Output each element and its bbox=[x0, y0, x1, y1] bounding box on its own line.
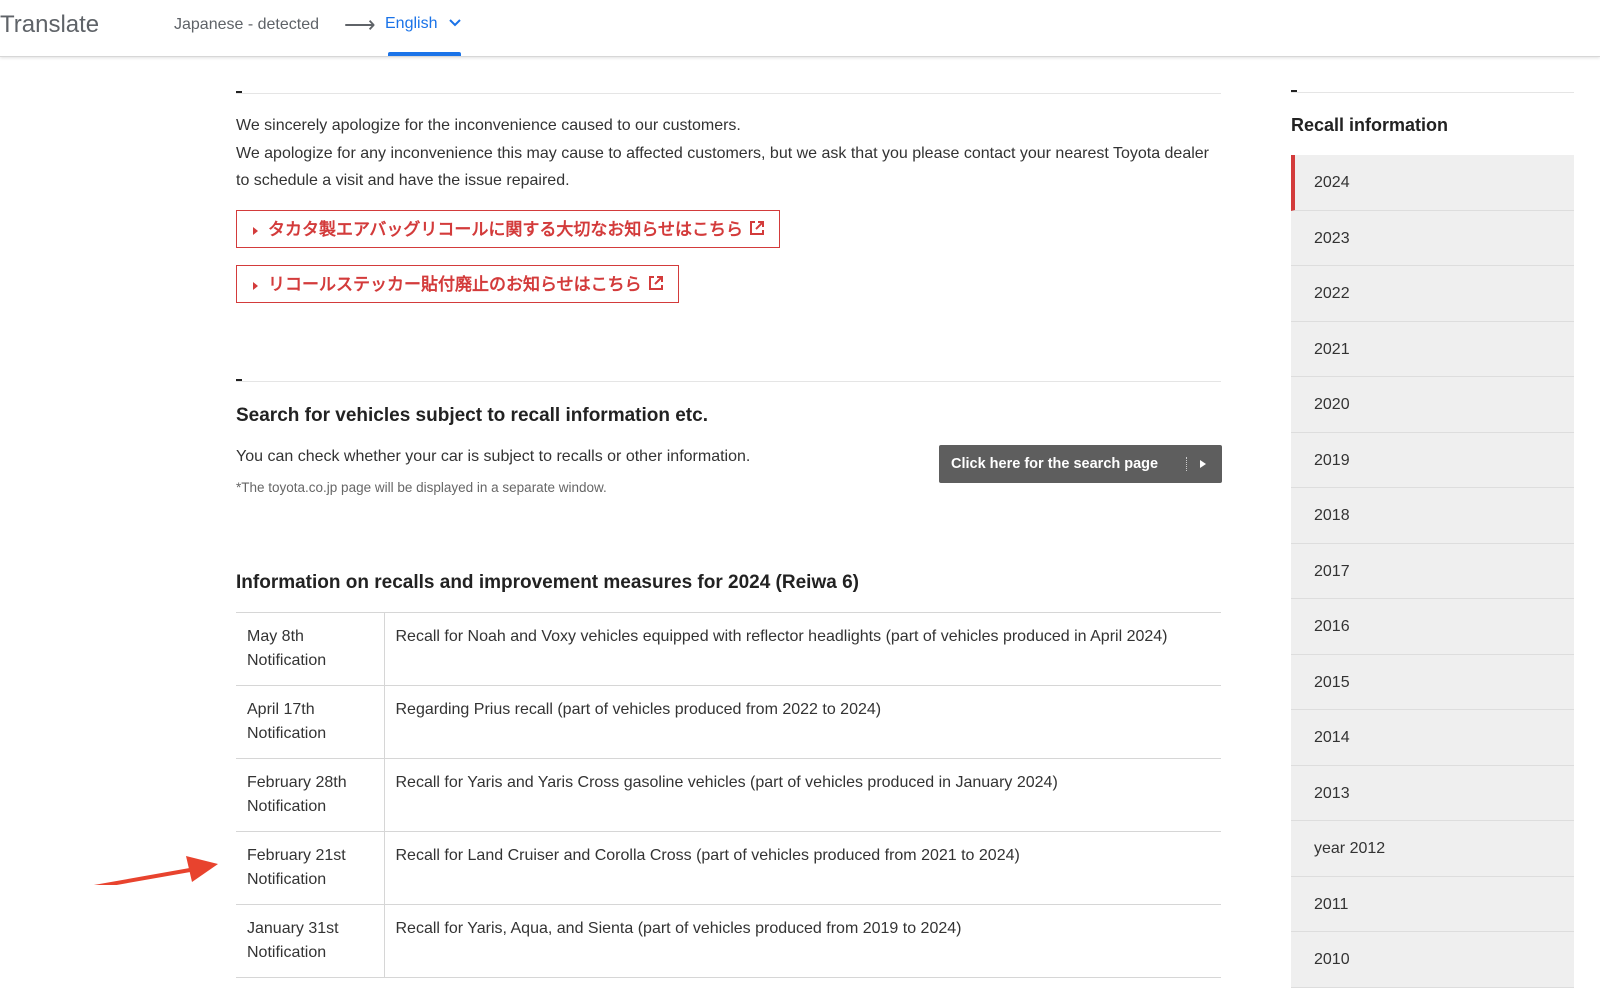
table-row: January 31st Notification Recall for Yari… bbox=[236, 904, 1221, 978]
sidebar-year-2012[interactable]: year 2012 bbox=[1291, 821, 1574, 877]
sidebar-year-2018[interactable]: 2018 bbox=[1291, 488, 1574, 544]
section-divider bbox=[236, 91, 1221, 94]
triangle-right-icon bbox=[253, 281, 258, 290]
sidebar-year-2011[interactable]: 2011 bbox=[1291, 876, 1574, 932]
sidebar-year-2023[interactable]: 2023 bbox=[1291, 210, 1574, 266]
recall-sticker-link[interactable]: リコールステッカー貼付廃止のお知らせはこちら bbox=[236, 265, 679, 303]
target-language-label: English bbox=[385, 15, 438, 33]
play-icon bbox=[1200, 460, 1206, 468]
sidebar-year-2013[interactable]: 2013 bbox=[1291, 765, 1574, 821]
table-row: February 28th Notification Recall for Yar… bbox=[236, 758, 1221, 832]
table-row: February 21st Notification Recall for Lan… bbox=[236, 831, 1221, 905]
sidebar-year-2017[interactable]: 2017 bbox=[1291, 543, 1574, 599]
year-list: 2024 2023 2022 2021 2020 2019 2018 2017 … bbox=[1291, 155, 1574, 988]
annotation-arrow-icon bbox=[90, 840, 220, 890]
search-heading: Search for vehicles subject to recall in… bbox=[236, 405, 708, 426]
apology-line-1: We sincerely apologize for the inconveni… bbox=[236, 117, 741, 134]
sidebar-title: Recall information bbox=[1291, 115, 1449, 135]
section-divider bbox=[236, 379, 1221, 382]
sidebar-divider bbox=[1291, 90, 1574, 93]
sidebar-year-2020[interactable]: 2020 bbox=[1291, 377, 1574, 433]
search-description: You can check whether your car is subjec… bbox=[236, 448, 751, 465]
target-language-underline bbox=[388, 52, 461, 56]
target-language-dropdown[interactable]: English bbox=[385, 15, 462, 33]
table-row: May 8th Notification Recall for Noah and … bbox=[236, 612, 1221, 686]
recalls-heading: Information on recalls and improvement m… bbox=[236, 572, 859, 593]
recalls-table: May 8th Notification Recall for Noah and … bbox=[236, 612, 1221, 978]
sidebar-year-2010[interactable]: 2010 bbox=[1291, 932, 1574, 988]
sidebar-year-2021[interactable]: 2021 bbox=[1291, 321, 1574, 377]
recall-date: April 17th Notification bbox=[236, 685, 385, 759]
external-link-icon bbox=[648, 267, 664, 305]
sidebar-year-2019[interactable]: 2019 bbox=[1291, 432, 1574, 488]
translate-bar: Translate Japanese - detected ⟶ English bbox=[0, 0, 1600, 57]
apology-text: We sincerely apologize for the inconveni… bbox=[236, 112, 1211, 195]
recall-title-link[interactable]: Regarding Prius recall (part of vehicles… bbox=[384, 685, 1221, 759]
apology-line-2: We apologize for any inconvenience this … bbox=[236, 144, 1210, 190]
recall-sticker-link-label: リコールステッカー貼付廃止のお知らせはこちら bbox=[268, 275, 642, 294]
takata-airbag-link[interactable]: タカタ製エアバッグリコールに関する大切なお知らせはこちら bbox=[236, 210, 780, 248]
recall-date: January 31st Notification bbox=[236, 904, 385, 978]
sidebar-year-2015[interactable]: 2015 bbox=[1291, 654, 1574, 710]
table-row: April 17th Notification Regarding Prius r… bbox=[236, 685, 1221, 759]
recall-title-link[interactable]: Recall for Yaris, Aqua, and Sienta (part… bbox=[384, 904, 1221, 978]
external-link-icon bbox=[749, 212, 765, 250]
search-page-button-label: Click here for the search page bbox=[951, 456, 1159, 472]
chevron-down-icon bbox=[448, 15, 462, 33]
recall-title-link[interactable]: Recall for Land Cruiser and Corolla Cros… bbox=[384, 831, 1221, 905]
recall-date: May 8th Notification bbox=[236, 612, 385, 686]
recall-title-link[interactable]: Recall for Noah and Voxy vehicles equipp… bbox=[384, 612, 1221, 686]
triangle-right-icon bbox=[253, 226, 258, 235]
sidebar-year-2014[interactable]: 2014 bbox=[1291, 710, 1574, 766]
recall-title-link[interactable]: Recall for Yaris and Yaris Cross gasolin… bbox=[384, 758, 1221, 832]
sidebar-year-2022[interactable]: 2022 bbox=[1291, 266, 1574, 322]
recall-date: February 21st Notification bbox=[236, 831, 385, 905]
sidebar-year-2024[interactable]: 2024 bbox=[1291, 155, 1574, 211]
arrow-right-icon: ⟶ bbox=[344, 12, 376, 37]
search-note: *The toyota.co.jp page will be displayed… bbox=[236, 480, 607, 495]
button-separator bbox=[1186, 457, 1188, 471]
source-language[interactable]: Japanese - detected bbox=[174, 16, 319, 34]
search-page-button[interactable]: Click here for the search page bbox=[939, 445, 1222, 483]
recall-date: February 28th Notification bbox=[236, 758, 385, 832]
sidebar-year-2016[interactable]: 2016 bbox=[1291, 599, 1574, 655]
takata-airbag-link-label: タカタ製エアバッグリコールに関する大切なお知らせはこちら bbox=[268, 220, 743, 239]
translate-brand: Translate bbox=[0, 11, 100, 38]
